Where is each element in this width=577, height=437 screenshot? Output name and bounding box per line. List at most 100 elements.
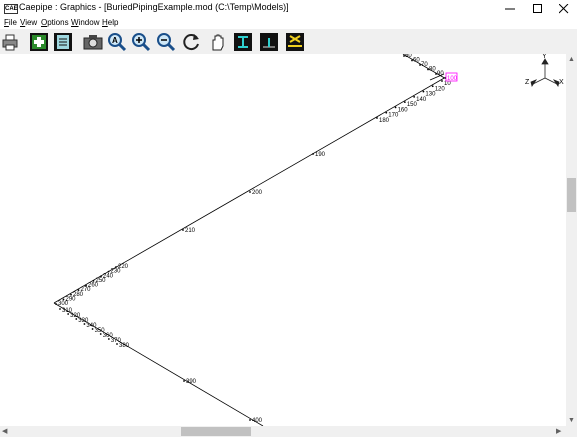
minimize-icon	[505, 8, 515, 9]
scroll-down-icon[interactable]: ▼	[568, 415, 575, 426]
menu-window[interactable]: Window	[71, 17, 99, 29]
zoom-out-button[interactable]	[156, 32, 176, 52]
node-label: 390	[186, 379, 197, 385]
scroll-up-icon[interactable]: ▲	[568, 54, 575, 65]
view-elevation-icon	[286, 33, 304, 51]
highlighted-node-label: 100	[447, 76, 458, 82]
node-marker[interactable]	[59, 308, 61, 310]
node-label: 50	[405, 54, 412, 59]
node-marker[interactable]	[107, 270, 110, 273]
axis-y-label: Y	[542, 54, 547, 60]
view-section-button[interactable]	[233, 32, 253, 52]
node-marker[interactable]	[99, 333, 102, 335]
node-label: 150	[407, 102, 418, 108]
node-label: 60	[413, 58, 420, 64]
node-label: 190	[315, 152, 326, 158]
view-elevation-button[interactable]	[285, 32, 305, 52]
node-label: 70	[421, 62, 428, 68]
node-labels: 5060708090101201301401501601701801902002…	[55, 54, 451, 424]
rotate-button[interactable]	[182, 32, 202, 52]
node-label: 170	[388, 113, 399, 119]
menu-help[interactable]: Help	[102, 17, 118, 29]
node-marker[interactable]	[83, 323, 86, 325]
scroll-left-icon[interactable]: ◀	[2, 426, 7, 437]
node-label: 160	[398, 107, 409, 113]
pan-hand-icon	[212, 34, 224, 51]
node-marker[interactable]	[394, 106, 397, 109]
window-title: Caepipe : Graphics - [BuriedPipingExampl…	[19, 2, 289, 12]
view-plan-button[interactable]	[259, 32, 279, 52]
zoom-fit-button[interactable]: A	[107, 32, 127, 52]
menu-file[interactable]: File	[4, 17, 17, 29]
view-section-icon	[234, 33, 252, 51]
node-label: 80	[429, 67, 436, 73]
node-marker[interactable]	[249, 191, 251, 193]
view-plan-icon	[260, 33, 278, 51]
node-marker[interactable]	[70, 293, 72, 296]
maximize-icon	[533, 3, 542, 13]
node-marker[interactable]	[431, 85, 434, 88]
node-marker[interactable]	[441, 80, 443, 82]
title-bar: CAE Caepipe : Graphics - [BuriedPipingEx…	[0, 0, 577, 17]
camera-icon	[83, 35, 103, 50]
node-marker[interactable]	[422, 90, 425, 93]
node-marker[interactable]	[403, 101, 406, 104]
node-label: 180	[379, 118, 390, 124]
zoom-out-icon	[157, 33, 176, 52]
node-marker[interactable]	[62, 298, 65, 301]
zoom-in-icon	[132, 33, 151, 52]
list-button[interactable]	[53, 32, 73, 52]
list-icon	[54, 33, 72, 51]
scrollbar-corner	[566, 426, 577, 437]
menu-bar: File View Options Window Help	[0, 17, 577, 29]
print-button[interactable]	[0, 32, 20, 52]
vertical-scrollbar[interactable]: ▲ ▼	[566, 54, 577, 426]
axis-z-label: Z	[525, 79, 530, 86]
menu-view[interactable]: View	[20, 17, 37, 29]
node-marker[interactable]	[55, 303, 57, 305]
node-label: 380	[119, 343, 130, 349]
node-marker[interactable]	[376, 117, 378, 119]
close-icon	[559, 3, 569, 13]
rotate-icon	[183, 34, 199, 51]
maximize-button[interactable]	[525, 0, 551, 17]
add-node-button[interactable]	[29, 32, 49, 52]
piping-model-view: 5060708090101201301401501601701801902002…	[53, 54, 564, 426]
app-icon: CAE	[4, 4, 18, 14]
zoom-in-button[interactable]	[131, 32, 151, 52]
close-button[interactable]	[551, 0, 577, 17]
node-label: 210	[185, 228, 196, 234]
node-marker[interactable]	[312, 153, 314, 155]
node-marker[interactable]	[92, 279, 95, 282]
node-label: 200	[252, 190, 263, 196]
node-marker[interactable]	[115, 266, 117, 268]
node-marker[interactable]	[67, 313, 70, 315]
pipe-lines	[53, 54, 449, 426]
node-label: 120	[435, 86, 446, 92]
node-marker[interactable]	[413, 95, 416, 98]
zoom-fit-icon: A	[108, 33, 127, 52]
axis-x-label: X	[559, 79, 564, 86]
node-marker[interactable]	[91, 328, 94, 330]
node-marker[interactable]	[75, 318, 78, 320]
node-marker[interactable]	[77, 289, 80, 292]
node-marker[interactable]	[182, 229, 184, 231]
node-marker[interactable]	[249, 419, 251, 421]
scroll-right-icon[interactable]: ▶	[556, 426, 561, 437]
pan-button[interactable]	[208, 32, 228, 52]
camera-button[interactable]	[83, 32, 103, 52]
minimize-button[interactable]	[497, 0, 523, 17]
axis-triad	[530, 58, 560, 87]
node-marker[interactable]	[85, 284, 87, 287]
graphics-canvas[interactable]: 50 60 70 80 90 10 120 130 140 150 160 170 180 190 200 2…	[0, 54, 566, 426]
menu-options[interactable]: Options	[41, 17, 69, 29]
svg-text:A: A	[112, 36, 118, 45]
horizontal-scroll-thumb[interactable]	[181, 427, 251, 436]
node-marker[interactable]	[107, 338, 110, 340]
node-marker[interactable]	[116, 343, 118, 345]
vertical-scroll-thumb[interactable]	[567, 178, 576, 212]
node-marker[interactable]	[385, 111, 388, 114]
node-marker[interactable]	[183, 380, 185, 382]
node-marker[interactable]	[100, 275, 102, 278]
horizontal-scrollbar[interactable]: ◀ ▶	[0, 426, 566, 437]
